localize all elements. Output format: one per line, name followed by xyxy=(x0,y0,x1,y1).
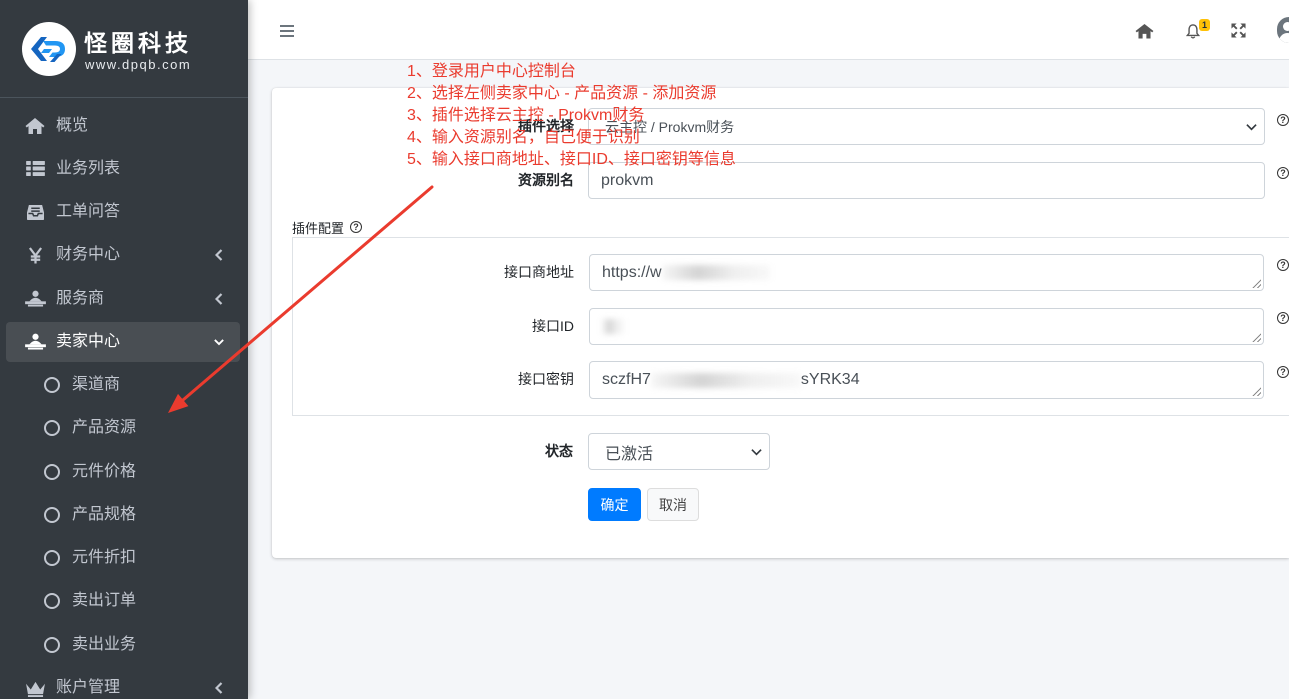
question-circle-icon[interactable] xyxy=(350,221,363,233)
circle-icon xyxy=(44,506,60,523)
ticket-icon xyxy=(24,202,46,222)
yen-icon xyxy=(24,245,46,265)
question-circle-icon[interactable] xyxy=(1277,167,1289,179)
sidebar-subitem-component-discount[interactable]: 元件折扣 xyxy=(6,537,240,580)
bell-icon[interactable] xyxy=(1185,22,1200,40)
sidebar-subitem-component-price[interactable]: 元件价格 xyxy=(6,450,240,493)
circle-icon xyxy=(44,420,60,437)
masked-value xyxy=(602,319,624,334)
annotation-step: 5、输入接口商地址、接口ID、接口密钥等信息 xyxy=(407,151,736,168)
chevron-left-icon xyxy=(214,678,224,698)
annotation-step: 3、插件选择云主控 - Prokvm财务 xyxy=(407,107,645,124)
status-label: 状态 xyxy=(545,443,573,459)
question-circle-icon[interactable] xyxy=(1277,259,1289,271)
list-icon xyxy=(24,159,46,179)
chevron-left-icon xyxy=(214,245,224,265)
home-icon[interactable] xyxy=(1135,22,1154,39)
status-select[interactable]: 已激活 xyxy=(588,433,770,470)
api-url-visible-value: https://w xyxy=(602,263,662,281)
sidebar-subitem-label: 产品资源 xyxy=(72,419,137,437)
sidebar-item-label: 财务中心 xyxy=(56,246,121,264)
provider-icon xyxy=(24,289,46,309)
dpqb-logo-icon xyxy=(22,22,76,76)
plugin-config-heading: 插件配置 xyxy=(292,219,363,236)
notification-badge: 1 xyxy=(1199,19,1210,31)
chevron-left-icon xyxy=(214,289,224,309)
sidebar-subitem-label: 卖出业务 xyxy=(72,635,137,653)
sidebar-item-label: 账户管理 xyxy=(56,679,121,697)
sidebar-item-account-management[interactable]: 账户管理 xyxy=(6,666,240,699)
api-key-visible-start: sczfH7 xyxy=(602,371,651,388)
sidebar-item-service-list[interactable]: 业务列表 xyxy=(6,147,240,190)
api-key-field[interactable]: sczfH7 sYRK34 xyxy=(589,361,1264,399)
api-key-label: 接口密钥 xyxy=(518,371,574,387)
sidebar-subitem-sold-services[interactable]: 卖出业务 xyxy=(6,623,240,666)
question-circle-icon[interactable] xyxy=(1277,312,1289,324)
sidebar-item-tickets[interactable]: 工单问答 xyxy=(6,191,240,234)
circle-icon xyxy=(44,377,60,394)
api-id-label: 接口ID xyxy=(532,318,574,334)
circle-icon xyxy=(44,463,60,480)
annotation-step: 4、输入资源别名，自己便于识别 xyxy=(407,129,640,146)
sidebar-item-label: 工单问答 xyxy=(56,203,121,221)
api-key-visible-end: sYRK34 xyxy=(800,371,860,388)
sidebar-subitem-product-resources[interactable]: 产品资源 xyxy=(6,407,240,450)
chevron-down-icon xyxy=(1246,124,1257,131)
circle-icon xyxy=(44,593,60,610)
brand-name: 怪圈科技 xyxy=(84,30,192,56)
instruction-annotation: 1、登录用户中心控制台 2、选择左侧卖家中心 - 产品资源 - 添加资源 3、插… xyxy=(407,61,736,171)
api-id-field[interactable] xyxy=(589,308,1264,345)
sidebar-item-seller-center[interactable]: 卖家中心 xyxy=(6,320,240,363)
api-url-field[interactable]: https://w xyxy=(589,254,1264,291)
annotation-step: 2、选择左侧卖家中心 - 产品资源 - 添加资源 xyxy=(407,85,717,102)
chevron-down-icon xyxy=(214,332,224,352)
sidebar: 怪圈科技 www.dpqb.com 概览 业务列表 工单问答 财务中心 服务商 … xyxy=(0,0,248,699)
question-circle-icon[interactable] xyxy=(1277,366,1289,378)
crown-icon xyxy=(24,678,46,698)
sidebar-item-label: 概览 xyxy=(56,116,89,134)
sidebar-subitem-label: 元件折扣 xyxy=(72,549,137,567)
sidebar-subitem-label: 产品规格 xyxy=(72,505,137,523)
home-icon xyxy=(24,116,46,136)
plugin-config-box: 接口商地址 https://w 接口ID 接口密钥 sczfH7 sYRK34 xyxy=(292,237,1289,416)
hamburger-icon[interactable] xyxy=(280,25,294,37)
sidebar-subitem-label: 元件价格 xyxy=(72,462,137,480)
confirm-button[interactable]: 确定 xyxy=(588,488,641,521)
sidebar-item-label: 卖家中心 xyxy=(56,332,121,350)
circle-icon xyxy=(44,636,60,653)
brand-link[interactable]: 怪圈科技 www.dpqb.com xyxy=(0,0,248,97)
divider xyxy=(0,97,248,98)
sidebar-subitem-product-spec[interactable]: 产品规格 xyxy=(6,493,240,536)
masked-value xyxy=(650,372,801,388)
circle-icon xyxy=(44,550,60,567)
brand-url: www.dpqb.com xyxy=(85,57,192,72)
sidebar-item-finance-center[interactable]: 财务中心 xyxy=(6,234,240,277)
top-navbar: 1 xyxy=(248,0,1289,60)
seller-icon xyxy=(24,332,46,352)
annotation-step: 1、登录用户中心控制台 xyxy=(407,63,576,80)
question-circle-icon[interactable] xyxy=(1277,114,1289,126)
sidebar-item-overview[interactable]: 概览 xyxy=(6,104,240,147)
sidebar-subitem-sold-orders[interactable]: 卖出订单 xyxy=(6,580,240,623)
cancel-button[interactable]: 取消 xyxy=(647,488,699,521)
masked-value xyxy=(661,265,770,280)
sidebar-item-label: 业务列表 xyxy=(56,159,121,177)
sidebar-subitem-label: 卖出订单 xyxy=(72,592,137,610)
sidebar-item-label: 服务商 xyxy=(56,289,105,307)
api-url-label: 接口商地址 xyxy=(504,264,574,280)
status-select-value: 已激活 xyxy=(605,445,654,463)
user-avatar-icon[interactable] xyxy=(1277,17,1289,43)
plugin-config-label: 插件配置 xyxy=(292,220,345,236)
sidebar-item-service-provider[interactable]: 服务商 xyxy=(6,277,240,320)
chevron-down-icon xyxy=(751,449,762,456)
fullscreen-icon[interactable] xyxy=(1231,23,1246,38)
sidebar-nav: 概览 业务列表 工单问答 财务中心 服务商 卖家中心 渠道商 产品资源 元件价格… xyxy=(0,104,248,699)
sidebar-subitem-channel[interactable]: 渠道商 xyxy=(6,364,240,407)
sidebar-subitem-label: 渠道商 xyxy=(72,376,121,394)
resource-alias-value: prokvm xyxy=(601,171,654,189)
main-content: 插件选择 云主控 / Prokvm财务 资源别名 prokvm 插件配置 接口商… xyxy=(248,60,1289,699)
